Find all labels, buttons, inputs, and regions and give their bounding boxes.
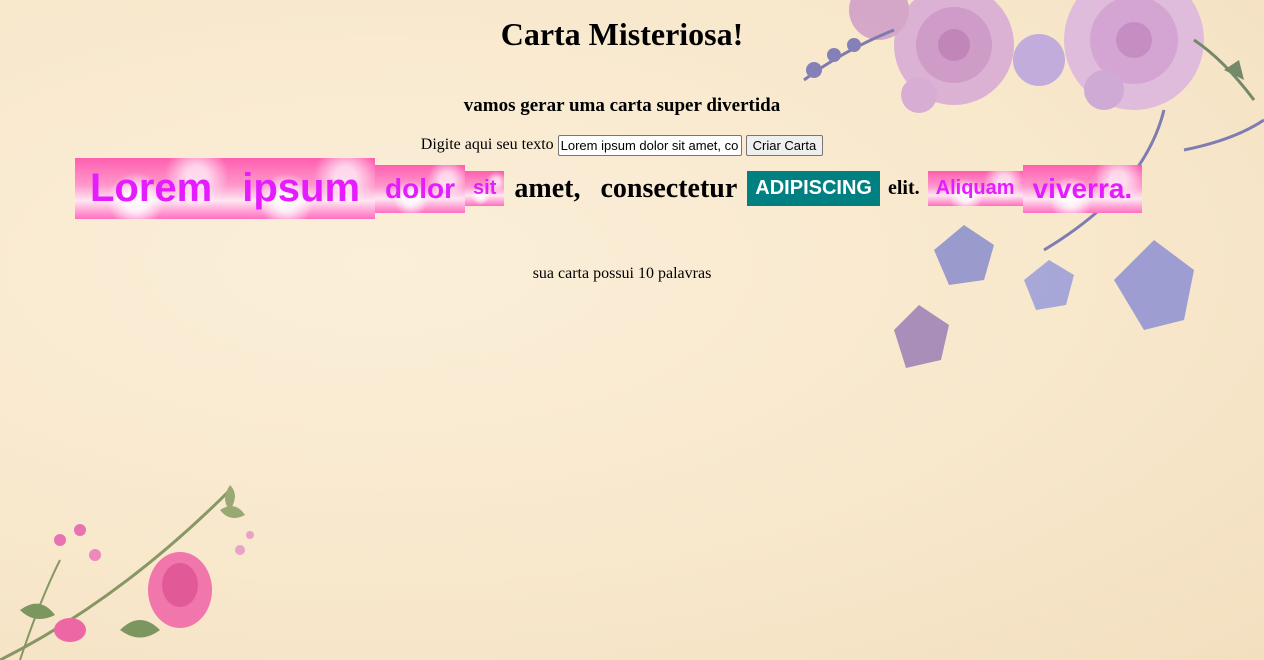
card-word: Lorem xyxy=(75,158,227,219)
card-word: elit. xyxy=(887,177,920,199)
card-word: ADIPISCING xyxy=(747,171,880,206)
text-input[interactable] xyxy=(557,135,742,156)
card-word: Aliquam xyxy=(928,171,1023,206)
card-word: amet, xyxy=(514,172,581,204)
card-word: sit xyxy=(465,171,504,206)
card-word: dolor xyxy=(375,165,465,213)
subtitle: vamos gerar uma carta super divertida xyxy=(463,95,781,116)
floral-decoration-bottom-left xyxy=(0,485,254,660)
card-words: Lorem ipsum dolor sit amet, consectetur … xyxy=(75,158,1195,219)
card-word: consectetur xyxy=(600,172,738,204)
create-card-button[interactable]: Criar Carta xyxy=(745,135,824,156)
page-title: Carta Misteriosa! xyxy=(500,16,744,52)
card-word: viverra. xyxy=(1023,165,1143,213)
input-row: Digite aqui seu texto Criar Carta xyxy=(0,135,1244,156)
card-word: ipsum xyxy=(227,158,375,219)
input-label: Digite aqui seu texto xyxy=(420,136,554,154)
word-count-text: sua carta possui 10 palavras xyxy=(532,265,712,282)
